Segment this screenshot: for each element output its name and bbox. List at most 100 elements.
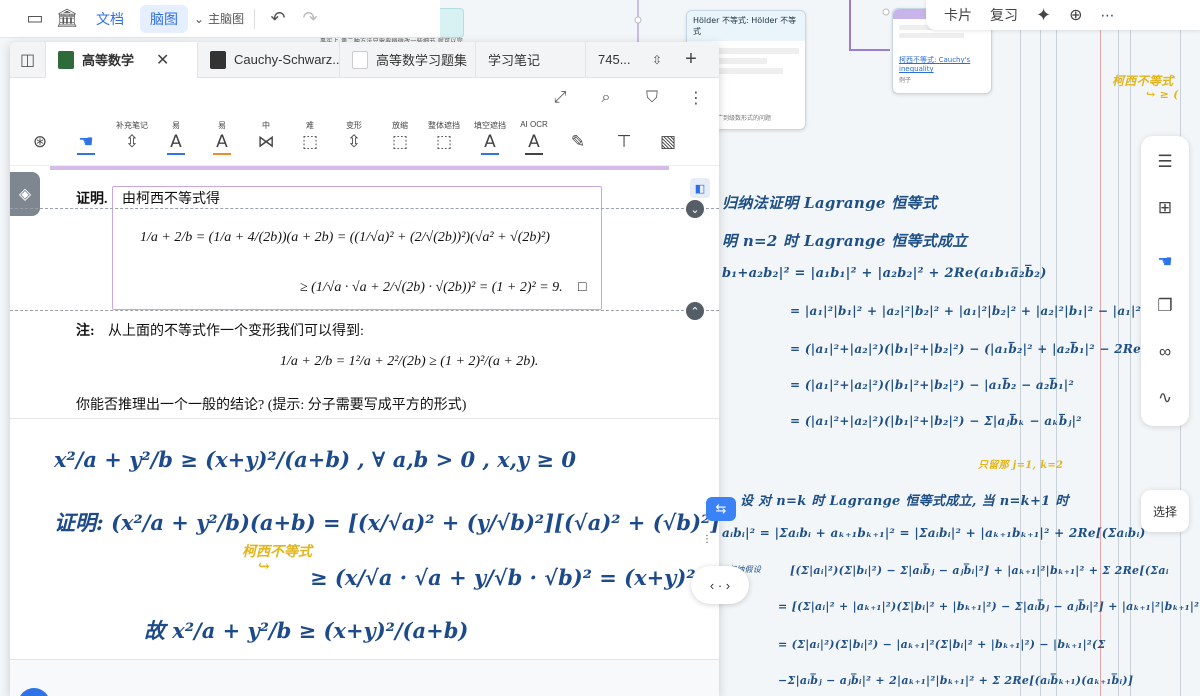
bookmark-icon[interactable]: ⛉	[640, 86, 664, 110]
lasso-icon: ⊛	[32, 132, 48, 152]
transform-tool[interactable]: 变形 ⇳	[334, 120, 374, 153]
page-break-dash	[10, 310, 719, 311]
redo-icon[interactable]: ↷	[297, 6, 323, 32]
more-vertical-icon[interactable]: ⋮	[684, 86, 708, 110]
more-icon[interactable]: ⋯	[1101, 7, 1115, 24]
document-icon	[352, 50, 368, 69]
doc-mode-button[interactable]: 文档	[86, 5, 134, 33]
note-line: x²/a + y²/b ≥ (x+y)²/(a+b) , ∀ a,b > 0 ,…	[54, 447, 576, 472]
equation-line: 1/a + 2/b = (1/a + 4/(2b))(a + 2b) = ((1…	[140, 230, 550, 245]
chevron-up-icon[interactable]: ⌃	[686, 302, 704, 320]
note-label: 注:	[76, 324, 95, 339]
swap-icon[interactable]: ⇆	[706, 497, 736, 521]
full-mask-tool[interactable]: 整体遮挡 ⬚	[424, 120, 464, 153]
rightnote-line: = [(Σ|aᵢ|² + |aₖ₊₁|²)(Σ|bᵢ|² + |bₖ₊₁|²) …	[778, 600, 1200, 613]
easy-highlight-tool[interactable]: 易A	[156, 120, 196, 155]
annotation-toolbar: ⊛ ☚ 补充笔记 ⇳ 易A 易A 中 ⋈ 难 ⬚ 变形 ⇳ 放缩 ⬚ 整体遮挡 ⬚ 填空遮挡…	[10, 120, 719, 166]
note-line: 故 x²/a + y²/b ≥ (x+y)²/(a+b)	[144, 618, 469, 643]
full-mask-icon: ⬚	[435, 132, 453, 152]
chevron-down-icon[interactable]: ⌄	[686, 200, 704, 218]
outline-toggle-icon[interactable]: ◫	[10, 42, 46, 78]
mindmap-mode-button[interactable]: 脑图	[140, 4, 188, 33]
rightnote-line: = (|a₁|²+|a₂|²)(|b₁|²+|b₂|²) − (|a₁b̅₂|²…	[790, 342, 1148, 356]
add-tab-icon[interactable]: +	[674, 48, 708, 71]
cards-button[interactable]: 卡片	[944, 5, 972, 25]
web-search-icon[interactable]: ⊕	[1069, 5, 1082, 25]
fullscreen-icon[interactable]: ⤢	[548, 86, 572, 110]
easy-underline-tool[interactable]: 易A	[202, 120, 242, 155]
rightnote-line: 设 对 n=k 时 Lagrange 恒等式成立, 当 n=k+1 时	[740, 494, 1069, 509]
book-icon	[58, 50, 74, 69]
tab-calculus[interactable]: 高等数学 ✕	[46, 42, 198, 78]
proof-intro: 由柯西不等式得	[122, 192, 220, 207]
pen-tool[interactable]: ✎	[558, 120, 598, 153]
library-icon[interactable]: 🏛	[54, 6, 80, 32]
tab-notes[interactable]: 学习笔记	[476, 42, 586, 78]
main-toolbar: ▭ 🏛 文档 脑图 ⌄ 主脑图 ↶ ↷	[0, 0, 440, 38]
rightnote-line: −Σ|aᵢb̅ⱼ − aⱼb̅ᵢ|² + 2|aₖ₊₁|²|bₖ₊₁|² + Σ…	[778, 674, 1134, 687]
bottom-strip	[10, 659, 719, 696]
ai-sparkle-icon[interactable]: ✦	[1036, 5, 1051, 26]
undo-icon[interactable]: ↶	[265, 6, 291, 32]
tab-scroll-icon[interactable]: ⇳	[640, 53, 674, 67]
image-tool[interactable]: ▧	[648, 120, 688, 153]
hard-tool[interactable]: 难 ⬚	[290, 120, 330, 153]
medium-tool[interactable]: 中 ⋈	[246, 120, 286, 153]
qed-mark: □	[578, 280, 587, 295]
search-page-icon[interactable]: ⌕	[594, 86, 618, 110]
text-box-tool[interactable]: ⊤	[604, 120, 644, 153]
close-icon[interactable]: ✕	[156, 50, 169, 70]
yellow-annotation: 只留那 j=1, k=2	[978, 460, 1064, 471]
scale-tool[interactable]: 放缩 ⬚	[380, 120, 420, 153]
link-icon[interactable]: ∞	[1153, 340, 1177, 364]
chevron-down-icon: ⌄	[194, 11, 205, 26]
review-button[interactable]: 复习	[990, 5, 1018, 25]
tab-745[interactable]: 745...	[586, 42, 640, 78]
mindmap-card-sub: 例子	[899, 77, 912, 84]
document-window: ◫ 高等数学 ✕ Cauchy-Schwarz... 高等数学习题集 学习笔记 …	[10, 42, 719, 696]
mindmap-selector[interactable]: ⌄ 主脑图	[194, 10, 244, 27]
handwritten-note[interactable]: x²/a + y²/b ≥ (x+y)²/(a+b) , ∀ a,b > 0 ,…	[10, 418, 719, 658]
copy-icon[interactable]: ❐	[1153, 294, 1177, 318]
supplement-note-icon: ⇳	[124, 132, 140, 152]
transform-icon: ⇳	[346, 132, 362, 152]
split-handle-icon[interactable]: ⋮	[702, 534, 712, 545]
rightnote-line: b₁+a₂b₂|² = |a₁b₁|² + |a₂b₂|² + 2Re(a₁b₁…	[722, 266, 1047, 281]
blank-mask-tool[interactable]: 填空遮挡 A	[470, 120, 510, 155]
question-text: 你能否推理出一个一般的结论? (提示: 分子需要写成平方的形式)	[76, 398, 467, 413]
blank-mask-icon: A	[484, 132, 496, 152]
note-annotation: 柯西不等式	[242, 544, 312, 560]
pdf-page[interactable]: ◈ 证明. 由柯西不等式得 1/a + 2/b = (1/a + 4/(2b))…	[10, 170, 719, 418]
cauchy-link[interactable]: 柯西不等式: Cauchy's inequality	[893, 55, 991, 73]
note-line: ≥ (x/√a · √a + y/√b · √b)² = (x+y)²	[310, 565, 696, 590]
supplement-note-tool[interactable]: 补充笔记 ⇳	[112, 120, 152, 153]
lasso-curve-icon[interactable]: ∿	[1153, 386, 1177, 410]
hand-tool[interactable]: ☚	[66, 120, 106, 155]
tab-exercises[interactable]: 高等数学习题集	[340, 42, 476, 78]
equation-line: ≥ (1/√a · √a + 2/√(2b) · √(2b))² = (1 + …	[300, 280, 563, 295]
rightnote-line: = (|a₁|²+|a₂|²)(|b₁|²+|b₂|²) − Σ|aⱼb̅ₖ −…	[790, 414, 1082, 428]
hard-icon: ⬚	[301, 132, 319, 152]
text-box-icon: ⊤	[616, 132, 632, 152]
list-icon[interactable]: ☰	[1153, 150, 1177, 174]
layers-icon[interactable]: ◈	[10, 172, 40, 216]
rightnote-line: = (Σ|aᵢ|²)(Σ|bᵢ|²) − |aₖ₊₁|²(Σ|bᵢ|² + |b…	[778, 638, 1106, 651]
sidebar-toggle-icon[interactable]: ▭	[22, 6, 48, 32]
tab-cauchy[interactable]: Cauchy-Schwarz...	[198, 42, 340, 78]
lasso-tool[interactable]: ⊛	[20, 120, 60, 153]
yellow-arrow: ↪ ≥ (	[1146, 88, 1179, 101]
drag-handle[interactable]: ‹ · ›	[691, 566, 749, 604]
select-button[interactable]: 选择	[1141, 490, 1189, 532]
rightnote-line: 归纳法证明 Lagrange 恒等式	[722, 194, 938, 212]
medium-icon: ⋈	[257, 132, 275, 152]
hand-pointer-icon: ☚	[78, 132, 94, 152]
scale-icon: ⬚	[391, 132, 409, 152]
rightnote-line: aᵢbᵢ|² = |Σaᵢbᵢ + aₖ₊₁bₖ₊₁|² = |Σaᵢbᵢ|² …	[722, 526, 1146, 540]
ai-ocr-icon: A	[528, 132, 540, 152]
easy-highlight-icon: A	[170, 132, 182, 152]
layout-icon[interactable]: ⊞	[1153, 196, 1177, 220]
easy-underline-icon: A	[216, 132, 228, 152]
ai-ocr-tool[interactable]: AI OCR A	[514, 120, 554, 155]
hand-pointer-icon[interactable]: ☚	[1153, 250, 1177, 274]
panel-toggle-icon[interactable]: ◧	[690, 178, 710, 198]
